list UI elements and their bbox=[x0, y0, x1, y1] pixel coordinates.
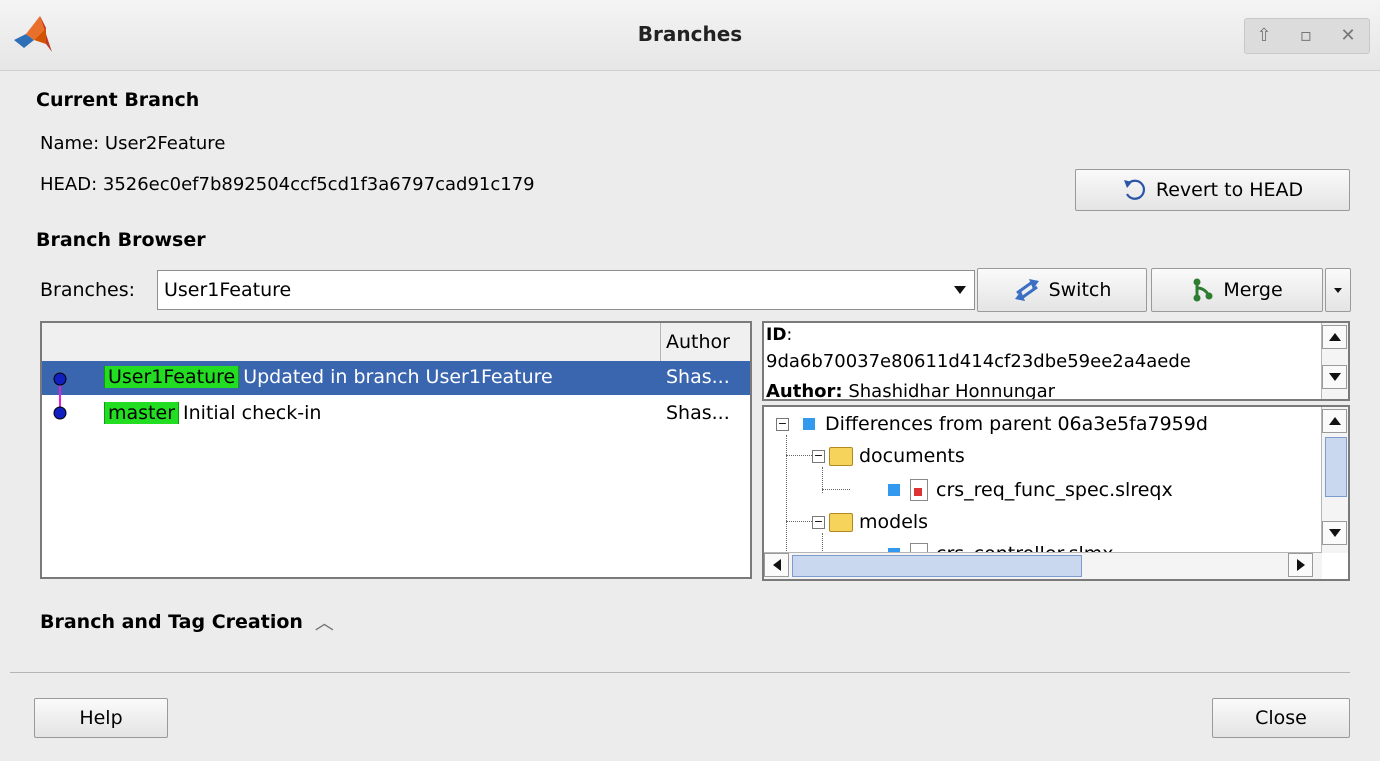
head-line: HEAD: 3526ec0ef7b892504ccf5cd1f3a6797cad… bbox=[40, 174, 535, 195]
switch-button[interactable]: Switch bbox=[977, 268, 1147, 312]
tree-vscrollbar[interactable] bbox=[1321, 407, 1348, 553]
close-label: Close bbox=[1255, 707, 1307, 729]
branch-tag: master bbox=[104, 402, 180, 424]
collapse-icon[interactable]: − bbox=[776, 417, 789, 431]
file-label: crs_req_func_spec.slreqx bbox=[936, 479, 1173, 501]
scroll-up-button[interactable] bbox=[1322, 325, 1347, 349]
collapse-icon[interactable]: − bbox=[812, 449, 825, 463]
diff-marker-icon bbox=[888, 484, 900, 496]
branch-tag-creation-label: Branch and Tag Creation bbox=[40, 610, 303, 633]
branch-name-line: Name: User2Feature bbox=[40, 133, 226, 154]
maximize-icon[interactable]: ▫ bbox=[1291, 25, 1321, 46]
tree-hscrollbar[interactable] bbox=[764, 552, 1322, 579]
column-divider[interactable] bbox=[660, 323, 661, 361]
help-label: Help bbox=[79, 707, 123, 729]
revert-label: Revert to HEAD bbox=[1155, 179, 1304, 201]
tree-root[interactable]: − Differences from parent 06a3e5fa7959d bbox=[776, 413, 1208, 435]
tree-folder-documents[interactable]: − documents bbox=[812, 445, 965, 467]
switch-arrows-icon bbox=[1013, 279, 1041, 301]
commit-list[interactable]: Author User1Feature Updated in branch Use… bbox=[40, 321, 752, 579]
scroll-up-button[interactable] bbox=[1322, 409, 1347, 433]
diff-marker-icon bbox=[803, 418, 815, 430]
commit-message: master Initial check-in bbox=[104, 402, 660, 424]
list-header: Author bbox=[42, 323, 750, 362]
commit-row[interactable]: User1Feature Updated in branch User1Featu… bbox=[42, 361, 750, 395]
window-title: Branches bbox=[637, 22, 743, 46]
merge-button[interactable]: Merge bbox=[1151, 268, 1323, 312]
tree-root-label: Differences from parent 06a3e5fa7959d bbox=[825, 413, 1208, 435]
scroll-right-button[interactable] bbox=[1288, 553, 1313, 577]
help-button[interactable]: Help bbox=[34, 698, 168, 738]
merge-label: Merge bbox=[1223, 279, 1283, 301]
id-label: ID: bbox=[766, 325, 793, 345]
commit-text: Initial check-in bbox=[183, 402, 322, 424]
branch-select-value: User1Feature bbox=[164, 279, 292, 301]
tree-file[interactable]: crs_req_func_spec.slreqx bbox=[888, 479, 1173, 501]
commit-author: Shas... bbox=[666, 402, 730, 424]
footer-divider bbox=[10, 672, 1350, 673]
folder-label: models bbox=[859, 511, 929, 533]
close-button[interactable]: Close bbox=[1212, 698, 1350, 738]
chevron-down-icon bbox=[954, 286, 966, 294]
revert-icon bbox=[1122, 178, 1148, 202]
author-column-header[interactable]: Author bbox=[666, 331, 730, 353]
branch-select[interactable]: User1Feature bbox=[157, 270, 975, 310]
scroll-down-button[interactable] bbox=[1322, 521, 1347, 545]
author-line: Author: Shashidhar Honnungar bbox=[766, 381, 1056, 401]
diff-tree[interactable]: − Differences from parent 06a3e5fa7959d … bbox=[762, 405, 1350, 581]
scroll-thumb[interactable] bbox=[792, 555, 1082, 577]
commit-text: Updated in branch User1Feature bbox=[243, 366, 553, 388]
branch-browser-heading: Branch Browser bbox=[36, 229, 206, 251]
current-branch-heading: Current Branch bbox=[36, 89, 200, 111]
scroll-left-button[interactable] bbox=[764, 553, 789, 577]
chevron-up-icon: ︿ bbox=[314, 612, 334, 634]
commit-details: ID: 9da6b70037e80611d414cf23dbe59ee2a4ae… bbox=[762, 321, 1350, 401]
up-icon[interactable]: ⇧ bbox=[1249, 25, 1279, 46]
merge-options-button[interactable] bbox=[1325, 268, 1351, 312]
scroll-down-button[interactable] bbox=[1322, 365, 1347, 389]
branch-tag: User1Feature bbox=[104, 366, 240, 388]
commit-message: User1Feature Updated in branch User1Featu… bbox=[104, 366, 660, 388]
details-scrollbar[interactable] bbox=[1321, 323, 1348, 399]
folder-icon bbox=[829, 512, 853, 532]
close-icon[interactable]: ✕ bbox=[1333, 25, 1363, 46]
collapse-icon[interactable]: − bbox=[812, 515, 825, 529]
branches-label: Branches: bbox=[40, 279, 136, 301]
merge-icon bbox=[1191, 278, 1215, 302]
tree-folder-models[interactable]: − models bbox=[812, 511, 928, 533]
id-value: 9da6b70037e80611d414cf23dbe59ee2a4aede bbox=[766, 351, 1191, 372]
commit-author: Shas... bbox=[666, 366, 730, 388]
window-controls: ⇧ ▫ ✕ bbox=[1244, 18, 1370, 54]
folder-icon bbox=[829, 446, 853, 466]
chevron-down-icon bbox=[1334, 287, 1342, 293]
branch-tag-creation-toggle[interactable]: Branch and Tag Creation ︿ bbox=[40, 608, 334, 635]
file-icon bbox=[910, 479, 928, 501]
folder-label: documents bbox=[859, 445, 965, 467]
revert-to-head-button[interactable]: Revert to HEAD bbox=[1075, 169, 1350, 211]
commit-row[interactable]: master Initial check-in Shas... bbox=[42, 397, 750, 431]
commit-graph bbox=[53, 372, 67, 420]
switch-label: Switch bbox=[1048, 279, 1112, 301]
scroll-thumb[interactable] bbox=[1325, 437, 1347, 497]
